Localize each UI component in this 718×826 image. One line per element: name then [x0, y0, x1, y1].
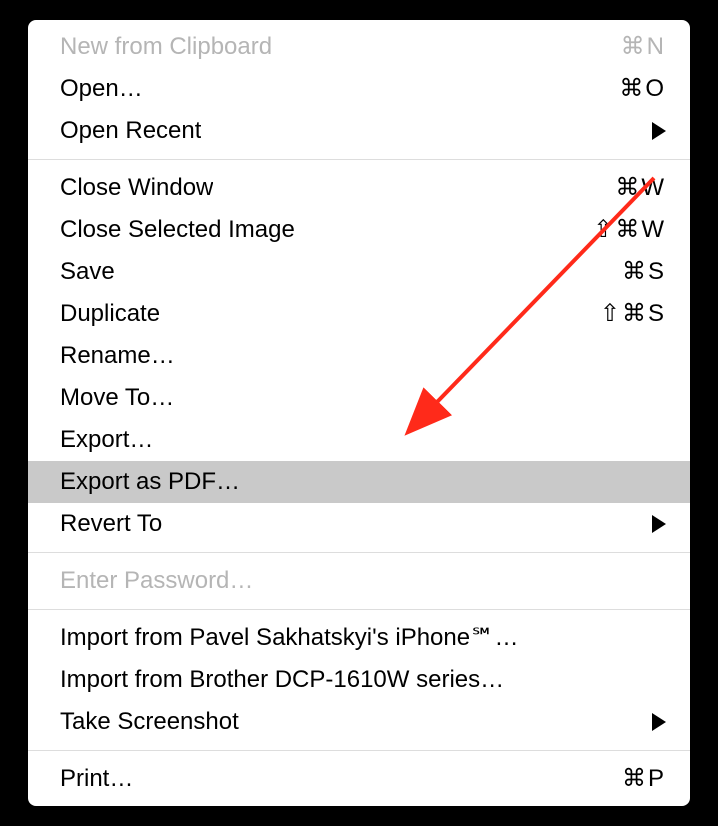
menu-item-new-from-clipboard: New from Clipboard ⌘N — [28, 26, 690, 68]
menu-item-label: Enter Password… — [60, 564, 253, 598]
menu-item-shortcut: ⌘N — [621, 30, 666, 64]
menu-item-label: Save — [60, 255, 115, 289]
menu-item-shortcut: ⌘O — [619, 72, 666, 106]
menu-item-export[interactable]: Export… — [28, 419, 690, 461]
menu-item-label: Close Selected Image — [60, 213, 295, 247]
menu-item-import-iphone[interactable]: Import from Pavel Sakhatskyi's iPhone℠… — [28, 617, 690, 659]
menu-item-label: Import from Brother DCP-1610W series… — [60, 663, 504, 697]
menu-item-export-as-pdf[interactable]: Export as PDF… — [28, 461, 690, 503]
submenu-arrow-icon — [652, 515, 666, 533]
menu-item-take-screenshot[interactable]: Take Screenshot — [28, 701, 690, 743]
menu-separator — [28, 552, 690, 553]
menu-item-enter-password: Enter Password… — [28, 560, 690, 602]
menu-item-label: Rename… — [60, 339, 175, 373]
menu-item-shortcut: ⌘S — [622, 255, 666, 289]
menu-item-close-selected-image[interactable]: Close Selected Image ⇧⌘W — [28, 209, 690, 251]
menu-item-label: Open Recent — [60, 114, 201, 148]
menu-item-open-recent[interactable]: Open Recent — [28, 110, 690, 152]
menu-item-label: Export… — [60, 423, 153, 457]
menu-separator — [28, 750, 690, 751]
submenu-arrow-icon — [652, 713, 666, 731]
menu-item-shortcut: ⇧⌘W — [593, 213, 666, 247]
menu-item-label: Print… — [60, 762, 133, 796]
menu-item-move-to[interactable]: Move To… — [28, 377, 690, 419]
menu-item-label: Duplicate — [60, 297, 160, 331]
menu-item-close-window[interactable]: Close Window ⌘W — [28, 167, 690, 209]
menu-item-label: New from Clipboard — [60, 30, 272, 64]
menu-item-duplicate[interactable]: Duplicate ⇧⌘S — [28, 293, 690, 335]
menu-separator — [28, 609, 690, 610]
menu-item-label: Export as PDF… — [60, 465, 240, 499]
menu-item-label: Open… — [60, 72, 143, 106]
menu-item-import-printer[interactable]: Import from Brother DCP-1610W series… — [28, 659, 690, 701]
menu-item-open[interactable]: Open… ⌘O — [28, 68, 690, 110]
menu-item-label: Import from Pavel Sakhatskyi's iPhone℠… — [60, 621, 519, 655]
menu-item-rename[interactable]: Rename… — [28, 335, 690, 377]
menu-item-label: Revert To — [60, 507, 162, 541]
menu-item-save[interactable]: Save ⌘S — [28, 251, 690, 293]
menu-item-shortcut: ⇧⌘S — [600, 297, 666, 331]
menu-item-label: Move To… — [60, 381, 174, 415]
menu-item-shortcut: ⌘W — [615, 171, 666, 205]
context-menu: New from Clipboard ⌘N Open… ⌘O Open Recent Cl… — [28, 20, 690, 806]
submenu-arrow-icon — [652, 122, 666, 140]
menu-item-label: Take Screenshot — [60, 705, 239, 739]
menu-item-revert-to[interactable]: Revert To — [28, 503, 690, 545]
menu-item-shortcut: ⌘P — [622, 762, 666, 796]
menu-item-print[interactable]: Print… ⌘P — [28, 758, 690, 800]
menu-item-label: Close Window — [60, 171, 213, 205]
menu-separator — [28, 159, 690, 160]
